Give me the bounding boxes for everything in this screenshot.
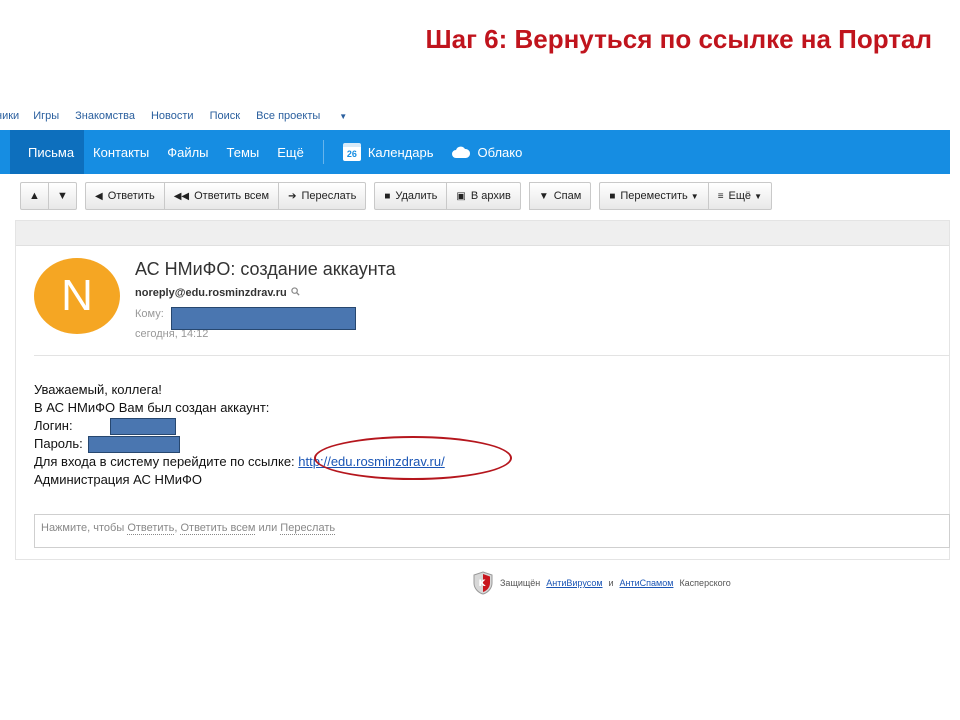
prev-message-button[interactable]: ▲: [20, 182, 49, 210]
nav-tab-contacts[interactable]: Контакты: [84, 130, 158, 174]
top-service-links: ники Игры Знакомства Новости Поиск Все п…: [0, 110, 379, 126]
redacted-recipient: [171, 307, 356, 330]
sender-email: noreply@edu.rosminzdrav.ru: [135, 287, 287, 299]
footer-and: и: [608, 578, 614, 588]
all-projects-label: Все проекты: [256, 110, 321, 122]
folder-icon: ■: [609, 190, 616, 202]
archive-button[interactable]: ▣ В архив: [446, 182, 521, 210]
panel-header-strip: [16, 221, 949, 246]
reply-prompt-prefix: Нажмите, чтобы: [41, 522, 125, 534]
nav-cloud[interactable]: Облако: [442, 130, 531, 174]
kaspersky-footer: K Защищён АнтиВирусом и АнтиСпамом Каспе…: [472, 571, 731, 595]
reply-all-icon: ◀◀: [173, 190, 190, 202]
kaspersky-shield-icon: K: [472, 571, 494, 595]
message-toolbar: ▲ ▼ ◀ Ответить ◀◀ Ответить всем ➔ Переслать…: [20, 182, 780, 210]
sender-address[interactable]: noreply@edu.rosminzdrav.ru: [135, 287, 300, 299]
body-link-intro: Для входа в систему перейдите по ссылке:: [34, 454, 295, 469]
body-line-account: В АС НМиФО Вам был создан аккаунт:: [34, 400, 270, 415]
trash-icon: ■: [384, 190, 391, 202]
search-icon[interactable]: [291, 287, 300, 299]
quick-reply-link[interactable]: Ответить: [127, 522, 175, 535]
nav-divider: [322, 140, 324, 164]
nav-cloud-label: Облако: [477, 144, 523, 160]
archive-box-icon: ▣: [456, 190, 466, 202]
message-subject: АС НМиФО: создание аккаунта: [135, 259, 396, 279]
footer-text-start: Защищён: [500, 578, 541, 588]
nav-tab-more[interactable]: Ещё: [268, 130, 313, 174]
reply-prompt-comma: ,: [174, 522, 178, 534]
spam-label: Спам: [553, 190, 582, 202]
forward-icon: ➔: [288, 190, 297, 202]
quick-reply-all-link[interactable]: Ответить всем: [180, 522, 256, 535]
thumbs-down-icon: ▼: [538, 190, 549, 202]
nav-tab-mail[interactable]: Письма: [10, 130, 85, 174]
delete-button[interactable]: ■ Удалить: [374, 182, 448, 210]
slide-title: Шаг 6: Вернуться по ссылке на Портал: [425, 24, 932, 54]
caret-down-icon: ▼: [754, 191, 762, 201]
caret-down-icon: ▼: [339, 112, 348, 121]
top-link-news[interactable]: Новости: [151, 110, 194, 126]
sender-avatar: N: [34, 258, 120, 334]
archive-label: В архив: [470, 190, 511, 202]
nav-tab-topics[interactable]: Темы: [218, 130, 269, 174]
body-greeting: Уважаемый, коллега!: [34, 382, 162, 397]
cloud-icon: [451, 145, 471, 159]
redacted-password: [88, 436, 180, 453]
redacted-login: [110, 418, 176, 435]
reply-prompt-or: или: [258, 522, 278, 534]
svg-text:K: K: [479, 579, 487, 589]
reply-label: Ответить: [107, 190, 155, 202]
menu-icon: ≡: [717, 190, 724, 202]
footer-antivirus-link[interactable]: АнтиВирусом: [546, 578, 602, 588]
more-actions-label: Ещё: [728, 190, 752, 202]
header-divider: [34, 355, 950, 356]
triangle-up-icon: ▲: [29, 190, 40, 202]
next-message-button[interactable]: ▼: [48, 182, 77, 210]
footer-brand: Касперского: [679, 578, 731, 588]
reply-button[interactable]: ◀ Ответить: [85, 182, 165, 210]
reply-all-label: Ответить всем: [194, 190, 270, 202]
link-highlight-circle: [314, 436, 512, 480]
reply-icon: ◀: [95, 190, 103, 202]
main-navbar: Письма Контакты Файлы Темы Ещё 26 Календ…: [0, 130, 950, 174]
quick-forward-link[interactable]: Переслать: [280, 522, 336, 535]
top-link-games[interactable]: Игры: [33, 110, 59, 126]
body-login-label: Логин:: [34, 418, 73, 433]
forward-button[interactable]: ➔ Переслать: [278, 182, 367, 210]
nav-calendar-label: Календарь: [367, 144, 434, 160]
top-link-search[interactable]: Поиск: [210, 110, 240, 126]
more-actions-button[interactable]: ≡ Ещё ▼: [707, 182, 772, 210]
reply-all-button[interactable]: ◀◀ Ответить всем: [163, 182, 280, 210]
caret-down-icon: ▼: [690, 191, 699, 201]
top-link-partial[interactable]: ники: [0, 110, 19, 126]
top-link-all-projects[interactable]: Все проекты ▼: [256, 110, 363, 126]
recipient-label: Кому:: [135, 308, 164, 320]
triangle-down-icon: ▼: [57, 190, 68, 202]
footer-antispam-link[interactable]: АнтиСпамом: [620, 578, 674, 588]
nav-calendar[interactable]: 26 Календарь: [334, 130, 443, 174]
move-button[interactable]: ■ Переместить ▼: [599, 182, 709, 210]
calendar-icon: 26: [342, 143, 361, 161]
nav-tab-files[interactable]: Файлы: [158, 130, 217, 174]
top-link-dating[interactable]: Знакомства: [75, 110, 135, 126]
move-label: Переместить: [620, 190, 688, 202]
delete-label: Удалить: [395, 190, 438, 202]
forward-label: Переслать: [301, 190, 357, 202]
quick-reply-box[interactable]: Нажмите, чтобы Ответить, Ответить всем и…: [34, 514, 950, 548]
spam-button[interactable]: ▼ Спам: [528, 182, 592, 210]
